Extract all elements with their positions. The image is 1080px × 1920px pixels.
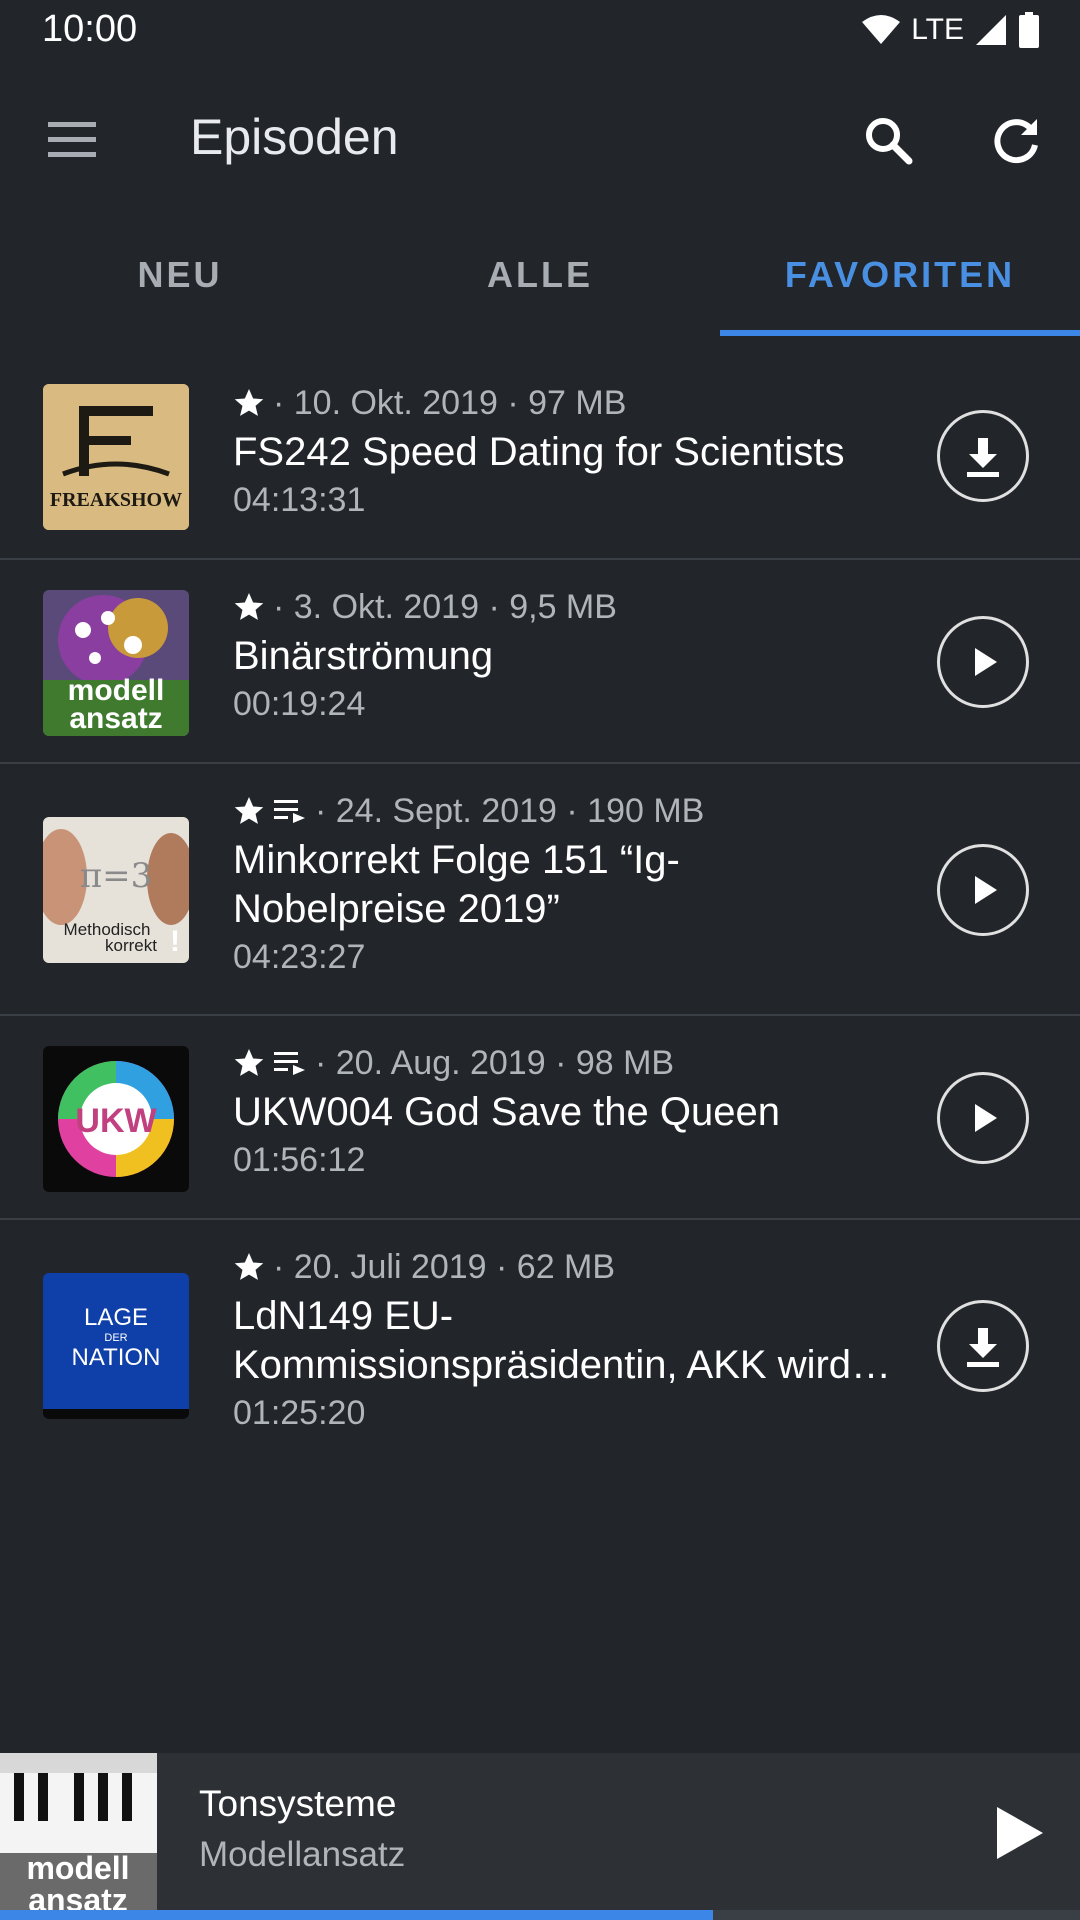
status-bar: 10:00 LTE (0, 0, 1080, 64)
episode-meta-text: · 24. Sept. 2019 · 190 MB (315, 791, 705, 830)
list-item[interactable]: UKW · 20. Aug. 2019 · 98 MB UKW004 God S… (0, 1016, 1080, 1220)
podcast-cover: UKW (43, 1046, 189, 1192)
tab-neu[interactable]: NEU (0, 214, 360, 336)
episode-text: · 20. Juli 2019 · 62 MB LdN149 EU-Kommis… (233, 1242, 893, 1433)
episode-title: UKW004 God Save the Queen (233, 1090, 780, 1134)
podcast-cover: LAGE DER NATION (43, 1273, 189, 1419)
list-item[interactable]: π=3 Methodisch korrekt ! · 24. Sept. 201… (0, 764, 1080, 1016)
playlist-queue-icon (274, 1052, 305, 1075)
list-item[interactable]: LAGE DER NATION · 20. Juli 2019 · 62 MB … (0, 1220, 1080, 1472)
search-button[interactable] (852, 104, 924, 176)
podcast-cover: modell ansatz (43, 590, 189, 736)
network-type-label: LTE (911, 13, 964, 46)
tab-alle[interactable]: ALLE (360, 214, 720, 336)
star-icon (234, 389, 264, 416)
svg-text:LAGE: LAGE (84, 1304, 148, 1331)
star-icon (234, 1253, 264, 1280)
download-icon (967, 1328, 999, 1367)
episode-meta: · 20. Juli 2019 · 62 MB (233, 1242, 893, 1292)
refresh-icon (994, 119, 1038, 164)
episode-text: · 3. Okt. 2019 · 9,5 MB Binärströmung 00… (233, 582, 893, 724)
episode-duration: 04:23:27 (233, 938, 366, 976)
star-icon (234, 1049, 264, 1076)
play-icon (975, 876, 997, 904)
wifi-icon (862, 15, 901, 44)
app-toolbar: Episoden (0, 64, 1080, 214)
download-button[interactable] (937, 410, 1029, 502)
menu-icon (48, 122, 96, 157)
refresh-button[interactable] (980, 104, 1052, 176)
play-button[interactable] (937, 844, 1029, 936)
svg-text:π=3: π=3 (80, 856, 152, 896)
playback-progress[interactable] (0, 1910, 1080, 1920)
podcast-cover: FREAKSHOW (43, 384, 189, 530)
download-button[interactable] (937, 1300, 1029, 1392)
status-time: 10:00 (42, 8, 138, 50)
episode-duration: 00:19:24 (233, 685, 366, 723)
svg-text:modell: modell (26, 1850, 129, 1886)
status-icons: LTE (861, 12, 1040, 48)
episode-meta: · 24. Sept. 2019 · 190 MB (233, 786, 893, 836)
episode-meta-text: · 10. Okt. 2019 · 97 MB (273, 383, 627, 422)
episode-meta: · 3. Okt. 2019 · 9,5 MB (233, 582, 893, 632)
episode-duration: 01:56:12 (233, 1141, 366, 1179)
episode-duration: 04:13:31 (233, 481, 366, 519)
download-icon (967, 438, 999, 477)
star-icon (234, 593, 264, 620)
playback-progress-fill (0, 1910, 713, 1920)
episode-duration: 01:25:20 (233, 1394, 366, 1432)
episode-title: FS242 Speed Dating for Scientists (233, 430, 845, 474)
svg-text:ansatz: ansatz (69, 702, 162, 735)
player-cover: modell ansatz (0, 1753, 157, 1920)
play-button[interactable] (937, 616, 1029, 708)
page-title: Episoden (190, 109, 399, 165)
play-button[interactable] (937, 1072, 1029, 1164)
episode-title: LdN149 EU-Kommissionspräsidentin, AKK wi… (233, 1294, 852, 1387)
episode-text: · 24. Sept. 2019 · 190 MB Minkorrekt Fol… (233, 786, 893, 977)
play-icon (997, 1807, 1043, 1859)
player-title: Tonsysteme (199, 1783, 397, 1824)
episode-meta: · 10. Okt. 2019 · 97 MB (233, 378, 893, 428)
playlist-queue-icon (274, 800, 305, 823)
menu-button[interactable] (36, 104, 108, 176)
svg-text:FREAKSHOW: FREAKSHOW (50, 489, 182, 511)
player-subtitle: Modellansatz (199, 1835, 406, 1874)
episode-title: Binärströmung (233, 634, 494, 678)
episode-meta-text: · 20. Aug. 2019 · 98 MB (315, 1043, 675, 1082)
battery-icon (1019, 12, 1039, 48)
star-icon (234, 797, 264, 824)
list-item[interactable]: modell ansatz · 3. Okt. 2019 · 9,5 MB Bi… (0, 560, 1080, 764)
episode-text: · 20. Aug. 2019 · 98 MB UKW004 God Save … (233, 1038, 893, 1180)
play-icon (975, 648, 997, 676)
svg-text:UKW: UKW (75, 1102, 157, 1140)
podcast-cover: π=3 Methodisch korrekt ! (43, 817, 189, 963)
tab-favoriten[interactable]: FAVORITEN (720, 214, 1080, 336)
signal-icon (976, 15, 1006, 45)
episode-list: FREAKSHOW · 10. Okt. 2019 · 97 MB FS242 … (0, 336, 1080, 1472)
episode-meta-text: · 20. Juli 2019 · 62 MB (273, 1247, 616, 1286)
list-item[interactable]: FREAKSHOW · 10. Okt. 2019 · 97 MB FS242 … (0, 336, 1080, 560)
episode-meta-text: · 3. Okt. 2019 · 9,5 MB (273, 587, 617, 626)
episode-text: · 10. Okt. 2019 · 97 MB FS242 Speed Dati… (233, 378, 893, 520)
episode-meta: · 20. Aug. 2019 · 98 MB (233, 1038, 893, 1088)
svg-text:DER: DER (104, 1332, 127, 1344)
svg-text:korrekt: korrekt (105, 936, 157, 955)
play-icon (975, 1104, 997, 1132)
tab-bar: NEU ALLE FAVORITEN (0, 214, 1080, 336)
mini-player[interactable]: modell ansatz Tonsysteme Modellansatz (0, 1753, 1080, 1920)
svg-text:NATION: NATION (72, 1344, 161, 1371)
episode-title: Minkorrekt Folge 151 “Ig-Nobelpreise 201… (233, 838, 680, 931)
search-icon (866, 118, 913, 165)
svg-text:!: ! (170, 925, 180, 958)
player-play-button[interactable] (980, 1793, 1060, 1873)
